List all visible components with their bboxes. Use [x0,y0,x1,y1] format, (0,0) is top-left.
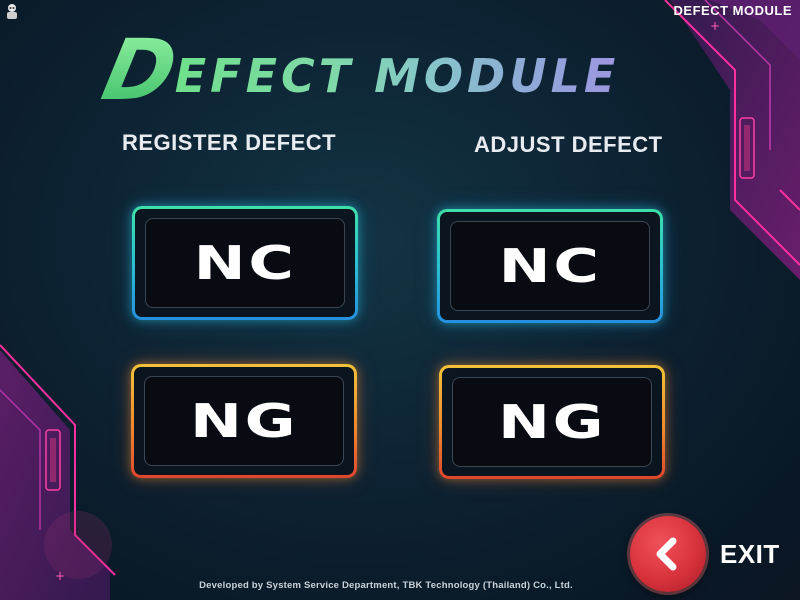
register-ng-button[interactable]: NG [131,364,357,478]
window-title: DEFECT MODULE [673,3,792,18]
decorative-circuit-left: + [0,344,116,600]
page-title: D EFECT MODULE [95,21,620,119]
title-rest: EFECT MODULE [175,50,620,110]
adjust-defect-label: ADJUST DEFECT [474,132,663,157]
adjust-ng-label: NG [497,395,607,449]
register-nc-button[interactable]: NC [132,206,358,320]
title-initial: D [94,21,186,119]
exit-label[interactable]: EXIT [720,539,780,570]
register-defect-label: REGISTER DEFECT [122,130,337,155]
register-nc-label: NC [193,236,297,290]
chevron-left-icon [656,537,677,571]
adjust-nc-label: NC [498,239,602,293]
register-ng-label: NG [189,394,299,448]
svg-text:+: + [710,19,720,33]
adjust-nc-button[interactable]: NC [437,209,663,323]
app-icon [7,4,17,19]
footer-credit: Developed by System Service Department, … [199,580,573,591]
adjust-ng-button[interactable]: NG [439,365,665,479]
